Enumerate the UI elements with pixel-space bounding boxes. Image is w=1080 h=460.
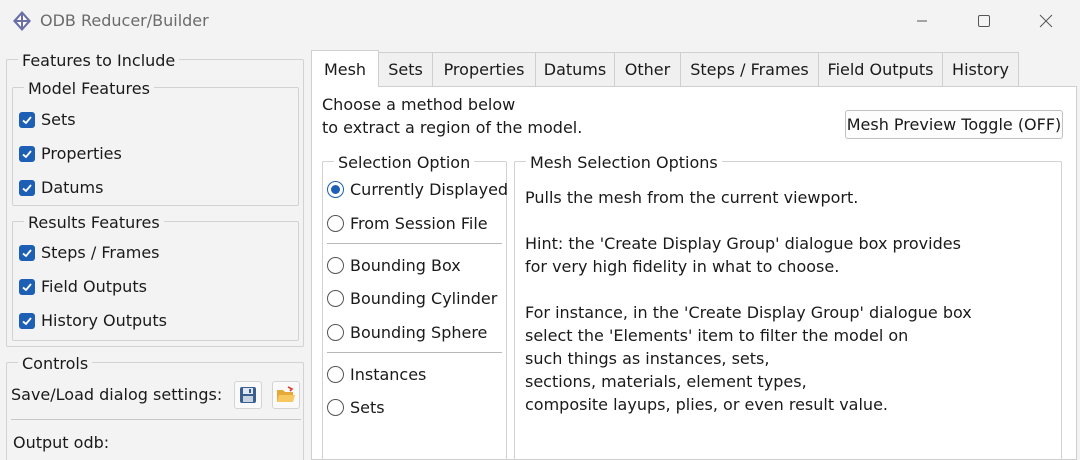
- checkbox-datums[interactable]: Datums: [19, 178, 103, 197]
- description-line: For instance, in the 'Create Display Gro…: [525, 303, 972, 322]
- window-title: ODB Reducer/Builder: [40, 11, 209, 30]
- checkbox-steps-frames[interactable]: Steps / Frames: [19, 243, 160, 262]
- minimize-icon: [917, 20, 927, 22]
- checkbox-checked-icon: [19, 312, 35, 329]
- selection-option-group: Selection Option Currently Displayed Fro…: [322, 153, 508, 460]
- selection-divider: [327, 243, 502, 244]
- save-settings-button[interactable]: [234, 381, 262, 409]
- radio-selected-icon: [327, 181, 344, 198]
- tab-other[interactable]: Other: [614, 52, 681, 86]
- description-line: composite layups, plies, or even result …: [525, 395, 888, 414]
- checkbox-properties[interactable]: Properties: [19, 144, 122, 163]
- tab-steps-frames[interactable]: Steps / Frames: [680, 52, 819, 86]
- floppy-save-icon: [240, 387, 256, 403]
- intro-line: to extract a region of the model.: [322, 118, 583, 137]
- description-line: [525, 278, 972, 301]
- checkbox-checked-icon: [19, 244, 35, 261]
- radio-unselected-icon: [327, 399, 344, 416]
- mesh-selection-description: Pulls the mesh from the current viewport…: [525, 186, 972, 416]
- features-group: Features to Include Model Features Sets …: [6, 51, 304, 347]
- close-button[interactable]: [1020, 0, 1072, 42]
- radio-label: Currently Displayed: [350, 180, 509, 199]
- results-features-group: Results Features Steps / Frames Field Ou…: [12, 213, 299, 341]
- tab-properties[interactable]: Properties: [432, 52, 536, 86]
- title-bar: ODB Reducer/Builder: [0, 0, 1080, 42]
- minimize-button[interactable]: [896, 0, 948, 42]
- checkbox-field-outputs[interactable]: Field Outputs: [19, 277, 147, 296]
- radio-bounding-cylinder[interactable]: Bounding Cylinder: [327, 289, 497, 308]
- checkbox-label: Sets: [41, 110, 76, 129]
- results-features-title: Results Features: [24, 213, 164, 232]
- model-features-group: Model Features Sets Properties Datums: [12, 79, 299, 206]
- checkbox-label: History Outputs: [41, 311, 167, 330]
- radio-label: Bounding Sphere: [350, 323, 488, 342]
- mesh-tab-panel: Choose a method below to extract a regio…: [311, 86, 1077, 460]
- radio-label: Instances: [350, 365, 427, 384]
- radio-unselected-icon: [327, 257, 344, 274]
- checkbox-checked-icon: [19, 145, 35, 162]
- output-odb-label: Output odb:: [13, 433, 110, 452]
- description-line: Pulls the mesh from the current viewport…: [525, 188, 859, 207]
- close-icon: [1039, 14, 1053, 28]
- checkbox-label: Steps / Frames: [41, 243, 160, 262]
- checkbox-checked-icon: [19, 278, 35, 295]
- folder-open-icon: [277, 386, 295, 402]
- radio-label: Sets: [350, 398, 385, 417]
- maximize-button[interactable]: [958, 0, 1010, 42]
- checkbox-checked-icon: [19, 111, 35, 128]
- description-line: such things as instances, sets,: [525, 349, 770, 368]
- features-group-title: Features to Include: [18, 51, 180, 70]
- radio-bounding-sphere[interactable]: Bounding Sphere: [327, 323, 487, 342]
- radio-unselected-icon: [327, 366, 344, 383]
- description-line: [525, 209, 972, 232]
- checkbox-history-outputs[interactable]: History Outputs: [19, 311, 167, 330]
- description-line: sections, materials, element types,: [525, 372, 807, 391]
- controls-divider: [11, 419, 301, 420]
- controls-group: Controls Save/Load dialog settings: Outp…: [6, 354, 304, 460]
- checkbox-label: Field Outputs: [41, 277, 147, 296]
- mesh-selection-options-group: Mesh Selection Options Pulls the mesh fr…: [514, 153, 1062, 460]
- checkbox-label: Properties: [41, 144, 122, 163]
- tab-datums[interactable]: Datums: [535, 52, 615, 86]
- radio-from-session-file[interactable]: From Session File: [327, 214, 488, 233]
- checkbox-label: Datums: [41, 178, 104, 197]
- intro-line: Choose a method below: [322, 95, 516, 114]
- selection-divider: [327, 352, 502, 353]
- tab-mesh[interactable]: Mesh: [311, 50, 379, 87]
- load-settings-button[interactable]: [272, 381, 300, 409]
- radio-currently-displayed[interactable]: Currently Displayed: [327, 180, 508, 199]
- radio-bounding-box[interactable]: Bounding Box: [327, 256, 461, 275]
- description-line: Hint: the 'Create Display Group' dialogu…: [525, 234, 961, 253]
- controls-title: Controls: [18, 354, 93, 373]
- checkbox-sets[interactable]: Sets: [19, 110, 76, 129]
- mesh-selection-options-title: Mesh Selection Options: [526, 153, 722, 172]
- radio-label: Bounding Cylinder: [350, 289, 498, 308]
- mesh-intro-text: Choose a method below to extract a regio…: [322, 93, 582, 139]
- radio-instances[interactable]: Instances: [327, 365, 426, 384]
- description-line: select the 'Elements' item to filter the…: [525, 326, 909, 345]
- abaqus-logo-icon: [13, 11, 31, 31]
- mesh-preview-toggle-button[interactable]: Mesh Preview Toggle (OFF): [845, 110, 1063, 139]
- radio-label: From Session File: [350, 214, 488, 233]
- tab-sets[interactable]: Sets: [378, 52, 433, 86]
- selection-option-title: Selection Option: [334, 153, 475, 172]
- save-load-label: Save/Load dialog settings:: [11, 385, 223, 404]
- radio-sets[interactable]: Sets: [327, 398, 385, 417]
- radio-label: Bounding Box: [350, 256, 461, 275]
- model-features-title: Model Features: [24, 79, 154, 98]
- maximize-icon: [978, 15, 990, 27]
- radio-unselected-icon: [327, 290, 344, 307]
- radio-unselected-icon: [327, 215, 344, 232]
- radio-unselected-icon: [327, 324, 344, 341]
- checkbox-checked-icon: [19, 179, 35, 196]
- description-line: for very high fidelity in what to choose…: [525, 257, 840, 276]
- tab-field-outputs[interactable]: Field Outputs: [818, 52, 943, 86]
- tab-history[interactable]: History: [942, 52, 1019, 86]
